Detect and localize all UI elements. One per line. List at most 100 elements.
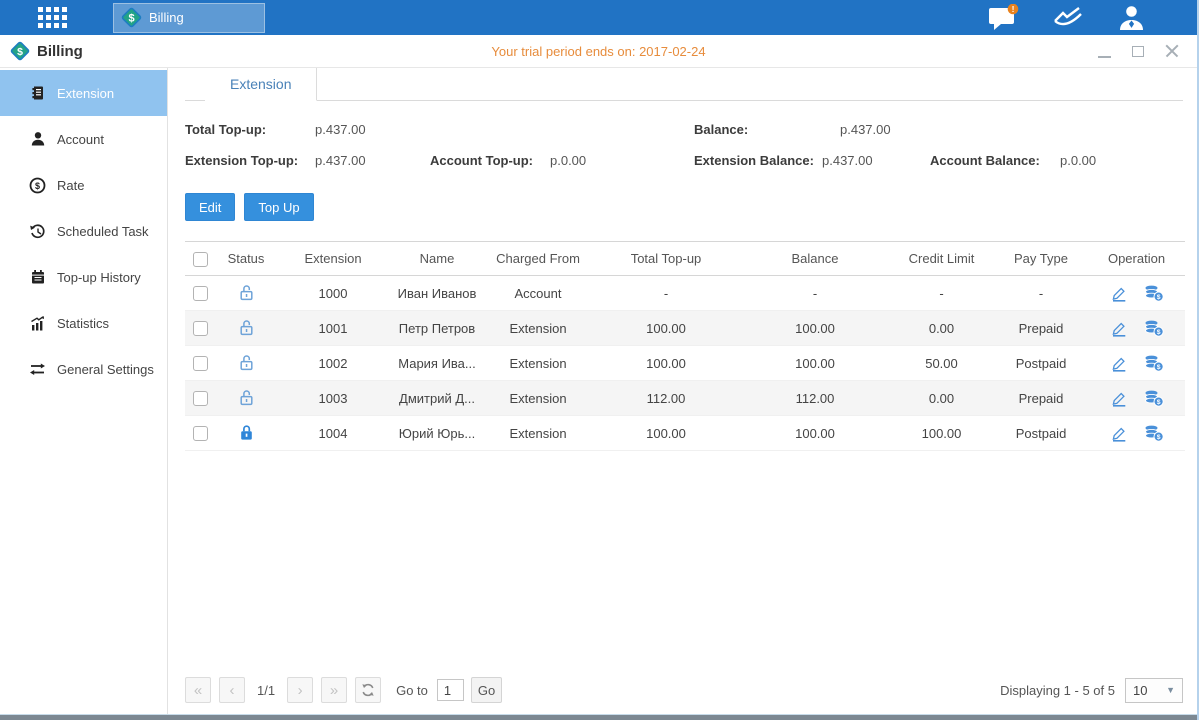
top-up-button[interactable]: Top Up [244, 193, 313, 221]
taskbar-tab-label: Billing [149, 10, 184, 25]
column-header: Total Top-up [591, 242, 741, 276]
app-launcher-icon[interactable] [38, 7, 68, 29]
charged-from-cell: Account [485, 276, 591, 311]
edit-icon [1110, 390, 1128, 407]
unlocked-icon [238, 354, 255, 372]
name-cell: Юрий Юрь... [389, 416, 485, 451]
sidebar-item-extension[interactable]: Extension [0, 70, 167, 116]
status-cell [215, 346, 277, 381]
chevron-down-icon: ▼ [1166, 685, 1175, 695]
column-header: Name [389, 242, 485, 276]
billing-summary: Total Top-up: p.437.00 Balance: p.437.00… [185, 114, 1183, 176]
next-page-button[interactable]: › [287, 677, 313, 703]
svg-text:$: $ [1156, 294, 1160, 301]
first-page-button[interactable]: « [185, 677, 211, 703]
topup-row-button[interactable]: $ [1144, 390, 1164, 407]
statistics-icon [29, 315, 46, 332]
credit-limit-cell: - [889, 276, 994, 311]
edit-row-button[interactable] [1110, 390, 1128, 407]
sidebar: Extension Account $ Rate Scheduled Task [0, 68, 168, 714]
extension-cell: 1004 [277, 416, 389, 451]
column-header: Extension [277, 242, 389, 276]
edit-row-button[interactable] [1110, 320, 1128, 337]
total-topup-cell: 100.00 [591, 311, 741, 346]
sidebar-item-label: Scheduled Task [57, 224, 149, 239]
row-checkbox[interactable] [193, 426, 208, 441]
credit-limit-cell: 100.00 [889, 416, 994, 451]
user-account-icon[interactable] [1118, 4, 1145, 31]
edit-row-button[interactable] [1110, 285, 1128, 302]
svg-text:$: $ [17, 47, 23, 58]
page-size-select[interactable]: 10 ▼ [1125, 678, 1183, 703]
pay-type-cell: Prepaid [994, 381, 1088, 416]
name-cell: Петр Петров [389, 311, 485, 346]
taskbar-tab-billing[interactable]: $ Billing [113, 3, 265, 33]
row-checkbox[interactable] [193, 356, 208, 371]
sidebar-item-topup-history[interactable]: Top-up History [0, 254, 167, 300]
window-bottom-edge [0, 714, 1197, 720]
refresh-button[interactable] [355, 677, 381, 703]
unlocked-icon [238, 319, 255, 337]
sidebar-item-scheduled-task[interactable]: Scheduled Task [0, 208, 167, 254]
tab-extension[interactable]: Extension [205, 68, 317, 101]
top-up-icon: $ [1144, 390, 1164, 407]
calendar-icon [29, 269, 46, 286]
pay-type-cell: Postpaid [994, 346, 1088, 381]
monitor-chart-icon[interactable] [1053, 6, 1084, 30]
topup-row-button[interactable]: $ [1144, 355, 1164, 372]
extension-cell: 1001 [277, 311, 389, 346]
edit-button[interactable]: Edit [185, 193, 235, 221]
balance-cell: 100.00 [741, 416, 889, 451]
edit-row-button[interactable] [1110, 355, 1128, 372]
displaying-info: Displaying 1 - 5 of 5 [1000, 683, 1115, 698]
table-row: 1003Дмитрий Д...Extension112.00112.000.0… [185, 381, 1185, 416]
topup-row-button[interactable]: $ [1144, 425, 1164, 442]
sidebar-item-rate[interactable]: $ Rate [0, 162, 167, 208]
table-row: 1004Юрий Юрь...Extension100.00100.00100.… [185, 416, 1185, 451]
last-page-button[interactable]: » [321, 677, 347, 703]
extension-table: StatusExtensionNameCharged FromTotal Top… [185, 241, 1185, 451]
total-topup-value: p.437.00 [315, 122, 694, 137]
edit-icon [1110, 355, 1128, 372]
billing-app-icon: $ [121, 7, 142, 28]
total-topup-cell: 100.00 [591, 416, 741, 451]
topup-row-button[interactable]: $ [1144, 285, 1164, 302]
goto-page-input[interactable] [437, 679, 464, 701]
window-controls [1097, 44, 1179, 58]
pay-type-cell: Postpaid [994, 416, 1088, 451]
row-checkbox[interactable] [193, 391, 208, 406]
unlocked-icon [238, 284, 255, 302]
dollar-circle-icon: $ [29, 177, 46, 194]
column-header: Credit Limit [889, 242, 994, 276]
go-button[interactable]: Go [471, 677, 502, 703]
sidebar-item-account[interactable]: Account [0, 116, 167, 162]
top-up-icon: $ [1144, 320, 1164, 337]
svg-text:$: $ [128, 13, 134, 25]
balance-value: p.437.00 [840, 122, 891, 137]
maximize-icon[interactable] [1131, 44, 1145, 58]
account-topup-label: Account Top-up: [430, 153, 550, 168]
balance-cell: - [741, 276, 889, 311]
page-info: 1/1 [257, 683, 275, 698]
minimize-icon[interactable] [1097, 44, 1111, 58]
edit-row-button[interactable] [1110, 425, 1128, 442]
prev-page-button[interactable]: ‹ [219, 677, 245, 703]
locked-icon [238, 424, 255, 442]
row-checkbox[interactable] [193, 321, 208, 336]
goto-label: Go to [396, 683, 428, 698]
extension-balance-value: p.437.00 [822, 153, 930, 168]
extension-table-body: 1000Иван ИвановAccount----$1001Петр Петр… [185, 276, 1185, 451]
sidebar-item-statistics[interactable]: Statistics [0, 300, 167, 346]
sidebar-item-general-settings[interactable]: General Settings [0, 346, 167, 392]
notifications-icon[interactable]: ! [988, 4, 1019, 31]
total-topup-cell: 100.00 [591, 346, 741, 381]
row-checkbox[interactable] [193, 286, 208, 301]
topup-row-button[interactable]: $ [1144, 320, 1164, 337]
sliders-arrows-icon [29, 361, 46, 378]
close-icon[interactable] [1165, 44, 1179, 58]
sidebar-item-label: Top-up History [57, 270, 141, 285]
column-header: Status [215, 242, 277, 276]
unlocked-icon [238, 389, 255, 407]
trial-notice: Your trial period ends on: 2017-02-24 [0, 44, 1197, 59]
select-all-checkbox[interactable] [193, 252, 208, 267]
